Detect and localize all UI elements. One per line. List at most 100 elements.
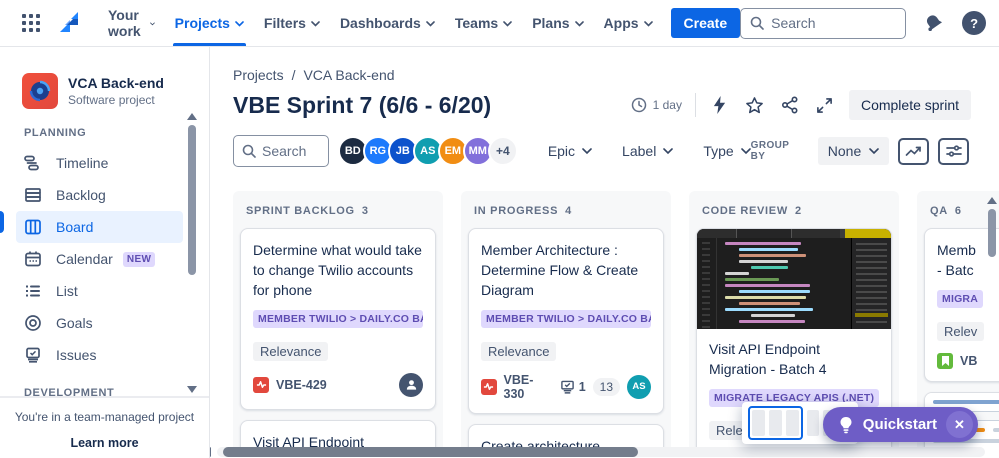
sidebar-item-goals[interactable]: Goals <box>16 307 183 339</box>
group-by-label: GROUP BY <box>750 140 790 162</box>
epic-filter-dropdown[interactable]: Epic <box>548 143 592 159</box>
board-horizontal-scrollbar[interactable] <box>210 447 985 457</box>
breadcrumb-separator: / <box>291 67 296 83</box>
breadcrumb-project-link[interactable]: VCA Back-end <box>303 67 394 83</box>
sprint-title: VBE Sprint 7 (6/6 - 6/20) <box>233 91 492 118</box>
label-chip[interactable]: Relev <box>937 321 985 341</box>
scroll-left-arrow[interactable] <box>210 447 211 457</box>
planning-section-title: PLANNING <box>24 127 87 139</box>
create-button[interactable]: Create <box>670 8 741 38</box>
column-header: IN PROGRESS 4 <box>474 205 572 217</box>
label-chip[interactable]: Relevance <box>253 341 329 361</box>
column-header: SPRINT BACKLOG 3 <box>246 205 369 217</box>
column-count: 4 <box>565 205 572 217</box>
menu-filters[interactable]: Filters <box>254 0 330 46</box>
chevron-down-icon <box>311 21 320 27</box>
chevron-down-icon <box>426 21 435 27</box>
search-icon <box>750 16 764 30</box>
label-filter-dropdown[interactable]: Label <box>622 143 674 159</box>
chevron-down-icon <box>582 147 592 154</box>
jira-logo-icon[interactable] <box>52 8 86 38</box>
avatar-overflow[interactable]: +4 <box>487 136 518 166</box>
jira-board-app: Your work Projects Filters Dashboards Te… <box>0 0 999 458</box>
menu-apps[interactable]: Apps <box>594 0 663 46</box>
scroll-up-arrow[interactable] <box>187 113 197 120</box>
project-header[interactable]: VCA Back-end Software project <box>16 73 183 109</box>
sidebar-item-issues[interactable]: Issues <box>16 339 183 371</box>
star-icon[interactable] <box>744 94 766 116</box>
column-count: 2 <box>794 205 802 217</box>
group-by-dropdown[interactable]: None <box>817 137 890 165</box>
menu-teams[interactable]: Teams <box>445 0 522 46</box>
share-icon[interactable] <box>779 94 801 116</box>
chevron-down-icon <box>235 21 244 27</box>
breadcrumb-projects-link[interactable]: Projects <box>233 67 284 83</box>
new-badge: NEW <box>122 251 156 267</box>
sidebar-scrollbar[interactable] <box>187 113 197 393</box>
sidebar-item-board[interactable]: Board <box>16 211 183 243</box>
sidebar-item-backlog[interactable]: Backlog <box>16 179 183 211</box>
label-chip[interactable]: Relevance <box>481 341 557 361</box>
top-navigation: Your work Projects Filters Dashboards Te… <box>0 0 999 47</box>
breadcrumb: Projects / VCA Back-end <box>233 67 999 83</box>
menu-plans[interactable]: Plans <box>522 0 593 46</box>
menu-your-work[interactable]: Your work <box>98 0 165 46</box>
unassigned-avatar-icon[interactable] <box>399 372 423 397</box>
issue-card[interactable]: Determine what would take to change Twil… <box>240 228 436 410</box>
board-search[interactable] <box>233 135 329 167</box>
project-name: VCA Back-end <box>68 75 164 91</box>
incident-type-icon <box>253 376 269 393</box>
sidebar-item-list[interactable]: List <box>16 275 183 307</box>
quickstart-close-icon[interactable]: ✕ <box>946 411 973 438</box>
help-icon[interactable]: ? <box>962 11 987 35</box>
assignee-avatars: BD RG JB AS EM MM +4 <box>337 136 518 166</box>
board-main: Projects / VCA Back-end VBE Sprint 7 (6/… <box>210 47 999 458</box>
project-avatar <box>22 73 58 109</box>
issues-icon <box>26 347 40 363</box>
board-toolbar: BD RG JB AS EM MM +4 Epic Label Type GRO… <box>233 135 999 167</box>
epic-label-chip[interactable]: MIGRA <box>937 289 983 308</box>
issue-card[interactable]: Member Architecture : Determine Flow & C… <box>468 228 664 414</box>
issue-key[interactable]: VB <box>960 354 977 368</box>
fullscreen-icon[interactable] <box>814 94 836 116</box>
scrollbar-thumb[interactable] <box>188 125 196 275</box>
quickstart-button[interactable]: Quickstart ✕ <box>822 407 978 442</box>
board-search-input[interactable] <box>262 143 317 159</box>
sidebar-item-timeline[interactable]: Timeline <box>16 147 183 179</box>
epic-label-chip[interactable]: MEMBER TWILIO > DAILY.CO BACKEND ... <box>481 309 651 328</box>
scrollbar-thumb[interactable] <box>988 209 996 257</box>
subtask-indicator: 1 <box>560 380 586 394</box>
scroll-down-arrow[interactable] <box>187 386 197 393</box>
global-search[interactable] <box>740 7 907 39</box>
project-sidebar: VCA Back-end Software project PLANNING T… <box>0 47 210 458</box>
search-icon <box>242 144 256 158</box>
team-managed-note: You're in a team-managed project <box>14 410 195 424</box>
view-settings-icon[interactable] <box>938 137 969 165</box>
automation-lightning-icon[interactable] <box>709 94 731 116</box>
chevron-down-icon <box>643 21 653 27</box>
scrollbar-thumb[interactable] <box>223 447 638 457</box>
menu-projects[interactable]: Projects <box>165 0 254 46</box>
learn-more-link[interactable]: Learn more <box>0 436 209 450</box>
clock-icon <box>631 97 646 113</box>
menu-dashboards[interactable]: Dashboards <box>330 0 445 46</box>
sidebar-footer: You're in a team-managed project Learn m… <box>0 396 209 450</box>
time-remaining: 1 day <box>631 97 682 113</box>
epic-label-chip[interactable]: MEMBER TWILIO > DAILY.CO BACKEND ... <box>253 309 423 328</box>
scroll-up-arrow[interactable] <box>987 197 997 204</box>
issue-key[interactable]: VBE-330 <box>504 373 553 401</box>
type-filter-dropdown[interactable]: Type <box>703 143 751 159</box>
sprint-actions: 1 day Complete sprint <box>631 90 971 120</box>
app-switcher-icon[interactable] <box>16 8 46 38</box>
assignee-avatar[interactable]: AS <box>627 374 651 399</box>
insights-chart-icon[interactable] <box>898 137 930 165</box>
complete-sprint-button[interactable]: Complete sprint <box>848 90 971 120</box>
subtask-icon <box>560 380 574 394</box>
notifications-icon[interactable] <box>921 10 947 36</box>
issue-key[interactable]: VBE-429 <box>276 378 327 392</box>
divider <box>694 93 696 117</box>
sidebar-item-calendar[interactable]: Calendar NEW <box>16 243 183 275</box>
board-vertical-scrollbar[interactable] <box>986 197 998 458</box>
selected-columns-outline <box>748 406 803 440</box>
global-search-input[interactable] <box>771 15 882 31</box>
